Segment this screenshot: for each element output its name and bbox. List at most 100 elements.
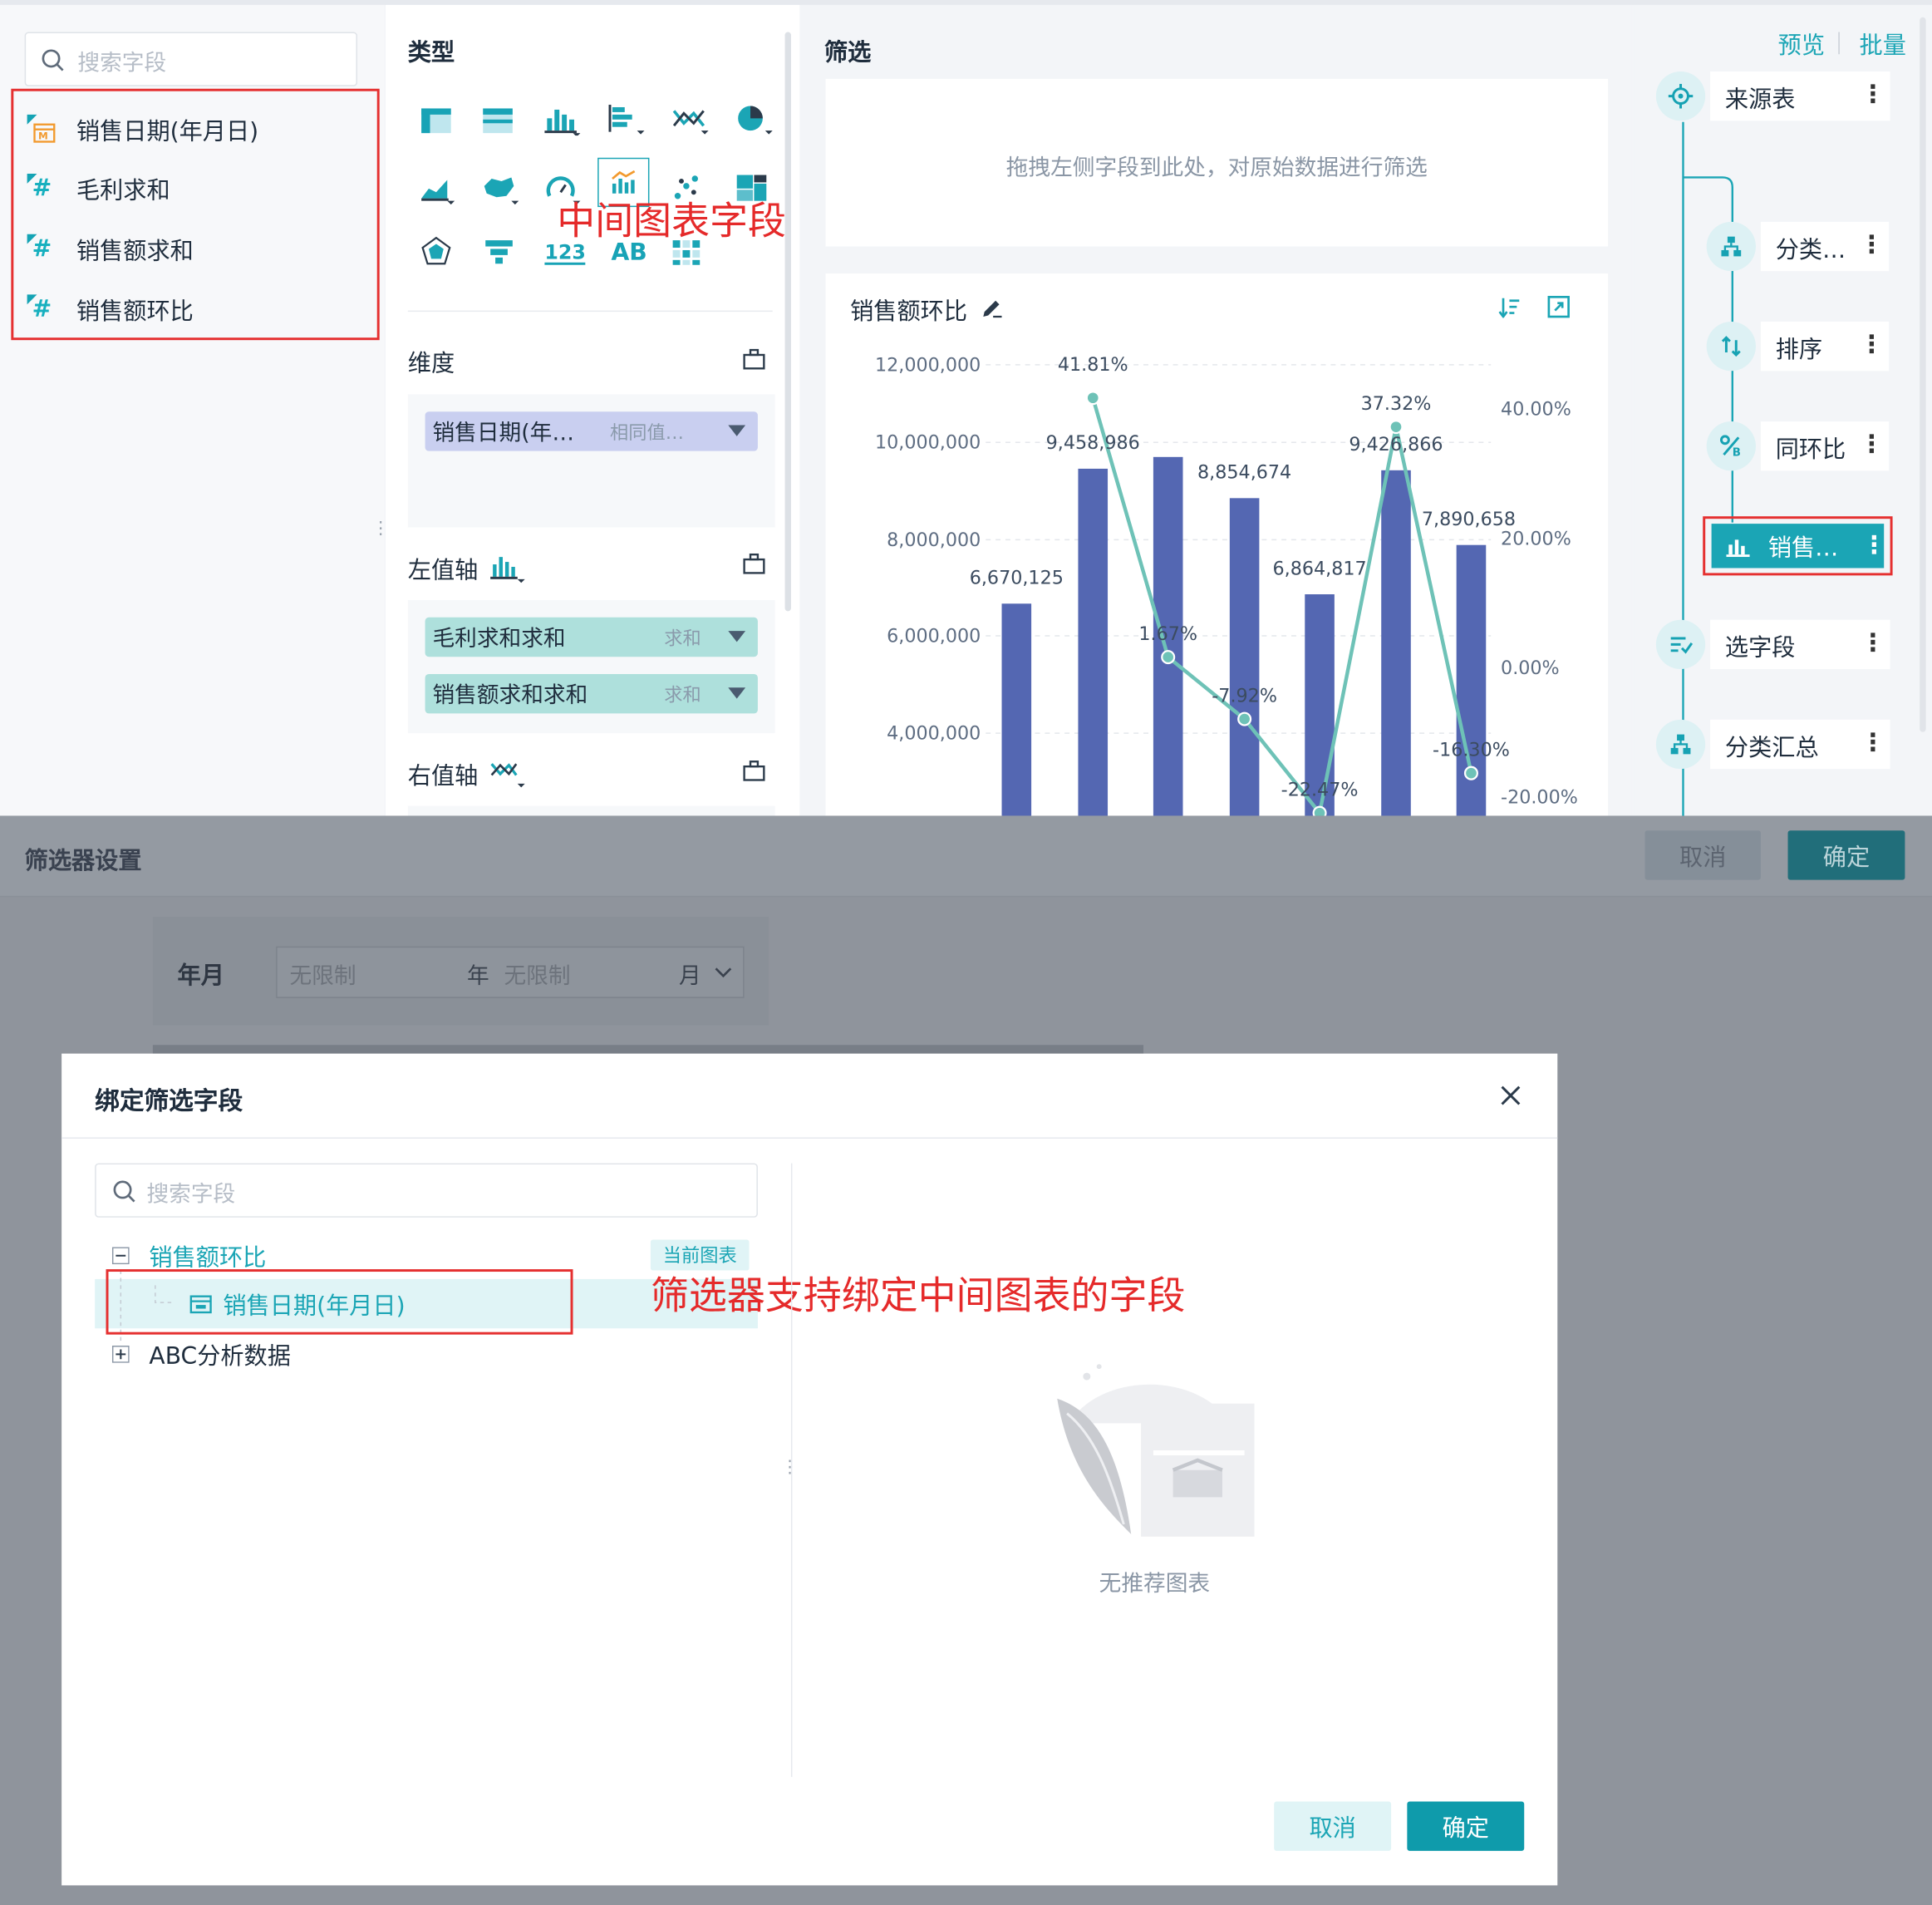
annotation-binding-support: 筛选器支持绑定中间图表的字段 <box>650 1274 1186 1319</box>
pie-chart-type-icon[interactable] <box>735 104 773 136</box>
year-unit: 年 <box>466 963 489 990</box>
bar-chart-type-icon[interactable] <box>607 104 645 136</box>
left-axis-chart-icon[interactable] <box>489 552 526 584</box>
left-axis-tick-label: 4,000,000 <box>887 723 981 745</box>
collapse-icon[interactable] <box>111 1247 130 1265</box>
select-field-icon <box>1655 619 1706 670</box>
screenshot-stage: 搜索字段 M 销售日期(年月日) # 毛利求和 # 销售额求和 # 销售额环比 … <box>0 0 1932 1905</box>
left-axis-pill-gross-profit[interactable]: 毛利求和求和 求和 <box>425 617 758 657</box>
year-month-filter-row: 年 月 无限制 年 无限制 月 <box>152 917 769 1026</box>
process-connectors <box>1682 121 1734 816</box>
filter-settings-title: 筛选器设置 <box>24 848 142 875</box>
bar-data-label: 6,864,817 <box>1272 558 1366 579</box>
left-axis-tick-label: 12,000,000 <box>875 354 981 376</box>
month-placeholder: 无限制 <box>504 963 571 990</box>
chevron-down-icon[interactable] <box>714 965 734 980</box>
process-node-select-field[interactable]: 选字段 ⋮ <box>1655 619 1890 670</box>
node-label: 分类汇总 <box>1724 734 1819 762</box>
annotation-box-bound-field <box>106 1269 573 1335</box>
close-icon[interactable] <box>1498 1083 1523 1108</box>
bar <box>1078 468 1109 816</box>
bar-data-label: 9,426,866 <box>1349 434 1443 455</box>
tree-group-current-chart[interactable]: 销售额环比 <box>149 1239 266 1272</box>
field-search-placeholder: 搜索字段 <box>77 50 167 76</box>
year-placeholder: 无限制 <box>289 963 356 990</box>
left-axis-tick-label: 8,000,000 <box>887 529 981 551</box>
clear-dimension-icon[interactable] <box>743 347 765 370</box>
fields-panel: 搜索字段 M 销售日期(年月日) # 毛利求和 # 销售额求和 # 销售额环比 … <box>0 4 390 816</box>
process-node-group-summary[interactable]: 分类汇总 ⋮ <box>1655 719 1890 770</box>
filter-drop-zone[interactable]: 拖拽左侧字段到此处，对原始数据进行筛选 <box>825 78 1609 247</box>
filter-title: 筛选 <box>823 39 872 67</box>
right-axis-chart-icon[interactable] <box>489 759 526 789</box>
filter-settings-ok-button[interactable]: 确定 <box>1787 830 1905 880</box>
mom-line <box>1091 397 1473 816</box>
left-axis-pill-sales[interactable]: 销售额求和求和 求和 <box>425 673 758 714</box>
expand-tree-icon[interactable] <box>111 1345 130 1363</box>
year-month-input[interactable]: 无限制 年 无限制 月 <box>276 946 745 998</box>
line-chart-type-icon[interactable] <box>671 106 709 136</box>
clear-right-axis-icon[interactable] <box>743 759 765 781</box>
map-type-icon[interactable] <box>482 174 519 206</box>
bar-data-label: 9,458,986 <box>1046 432 1140 454</box>
column-chart-type-icon[interactable] <box>543 104 581 136</box>
bind-search-box[interactable]: 搜索字段 <box>95 1163 758 1218</box>
annotation-middle-chart-fields: 中间图表字段 <box>557 199 787 244</box>
dimension-title: 维度 <box>407 350 455 377</box>
filter-chart-panel: 筛选 拖拽左侧字段到此处，对原始数据进行筛选 销售额环比 12,000,000 1… <box>802 4 1632 816</box>
cross-table-type-icon[interactable] <box>482 107 514 135</box>
mom-point <box>1085 391 1100 406</box>
config-scrollbar[interactable] <box>784 32 791 612</box>
chart-card: 销售额环比 12,000,000 10,000,000 8,000,000 6,000… <box>825 273 1609 816</box>
mom-point <box>1463 765 1478 780</box>
svg-text:B: B <box>1733 447 1741 457</box>
month-unit: 月 <box>679 963 701 990</box>
radar-type-icon[interactable] <box>420 236 453 267</box>
more-icon[interactable]: ⋮ <box>1861 79 1885 109</box>
more-icon[interactable]: ⋮ <box>1861 628 1885 657</box>
area-chart-type-icon[interactable] <box>420 174 457 206</box>
right-axis-tick-label: 0.00% <box>1501 657 1560 679</box>
filter-settings-cancel-button[interactable]: 取消 <box>1644 830 1761 880</box>
chevron-down-icon[interactable] <box>728 631 746 642</box>
funnel-type-icon[interactable] <box>484 239 514 267</box>
chevron-down-icon[interactable] <box>728 425 746 436</box>
node-label: 同环比 <box>1775 436 1846 464</box>
right-axis-drop-area[interactable] <box>407 805 775 816</box>
tree-group-abc[interactable]: ABC分析数据 <box>149 1338 290 1371</box>
clear-left-axis-icon[interactable] <box>743 552 765 574</box>
bind-field-dialog: 绑定筛选字段 搜索字段 销售额环比 当前图表 销售日期(年月日) 筛选器支持绑定… <box>61 1053 1558 1886</box>
filter-settings-header: 筛选器设置 取消 确定 <box>0 815 1932 898</box>
process-node-yoy[interactable]: B 同环比 ⋮ <box>1706 421 1890 471</box>
pill-aggregation: 相同值… <box>609 421 684 443</box>
field-search-box[interactable]: 搜索字段 <box>24 32 358 86</box>
left-axis-tick-label: 10,000,000 <box>875 432 981 454</box>
more-icon[interactable]: ⋮ <box>1860 429 1885 459</box>
more-icon[interactable]: ⋮ <box>1861 727 1885 757</box>
mom-point <box>1389 420 1404 435</box>
dialog-resize-handle[interactable]: ⋮ <box>781 1458 799 1478</box>
empty-chart-illustration <box>1057 1364 1255 1537</box>
process-node-source[interactable]: 来源表 ⋮ <box>1655 71 1890 121</box>
line-data-label: -22.47% <box>1281 779 1359 800</box>
line-data-label: 37.32% <box>1361 393 1432 415</box>
more-icon[interactable]: ⋮ <box>1860 229 1885 259</box>
line-data-label: 1.67% <box>1138 623 1197 645</box>
annotation-box-fields <box>11 88 380 341</box>
process-node-sort[interactable]: 排序 ⋮ <box>1706 321 1890 372</box>
node-label: 来源表 <box>1724 86 1796 114</box>
bind-ok-button[interactable]: 确定 <box>1407 1801 1525 1851</box>
bar-data-label: 6,670,125 <box>970 568 1064 589</box>
bind-cancel-button[interactable]: 取消 <box>1274 1801 1392 1851</box>
bar-data-label: 7,890,658 <box>1422 509 1516 530</box>
config-panel: 类型 123 AB 中间图表字段 维度 销售日期(年… 相同值… 左值轴 毛利求… <box>386 4 800 816</box>
more-icon[interactable]: ⋮ <box>1860 329 1885 359</box>
table-type-icon[interactable] <box>420 107 453 135</box>
dimension-field-pill[interactable]: 销售日期(年… 相同值… <box>425 411 758 451</box>
filter-drop-hint: 拖拽左侧字段到此处，对原始数据进行筛选 <box>1005 155 1428 181</box>
combo-chart: 12,000,000 10,000,000 8,000,000 6,000,000 4,… <box>875 354 1578 816</box>
chevron-down-icon[interactable] <box>728 687 746 699</box>
panel-resize-handle[interactable]: ⋮ <box>372 520 390 548</box>
number-type-icon[interactable]: 123 <box>544 242 586 265</box>
process-node-group[interactable]: 分类… ⋮ <box>1706 221 1890 272</box>
